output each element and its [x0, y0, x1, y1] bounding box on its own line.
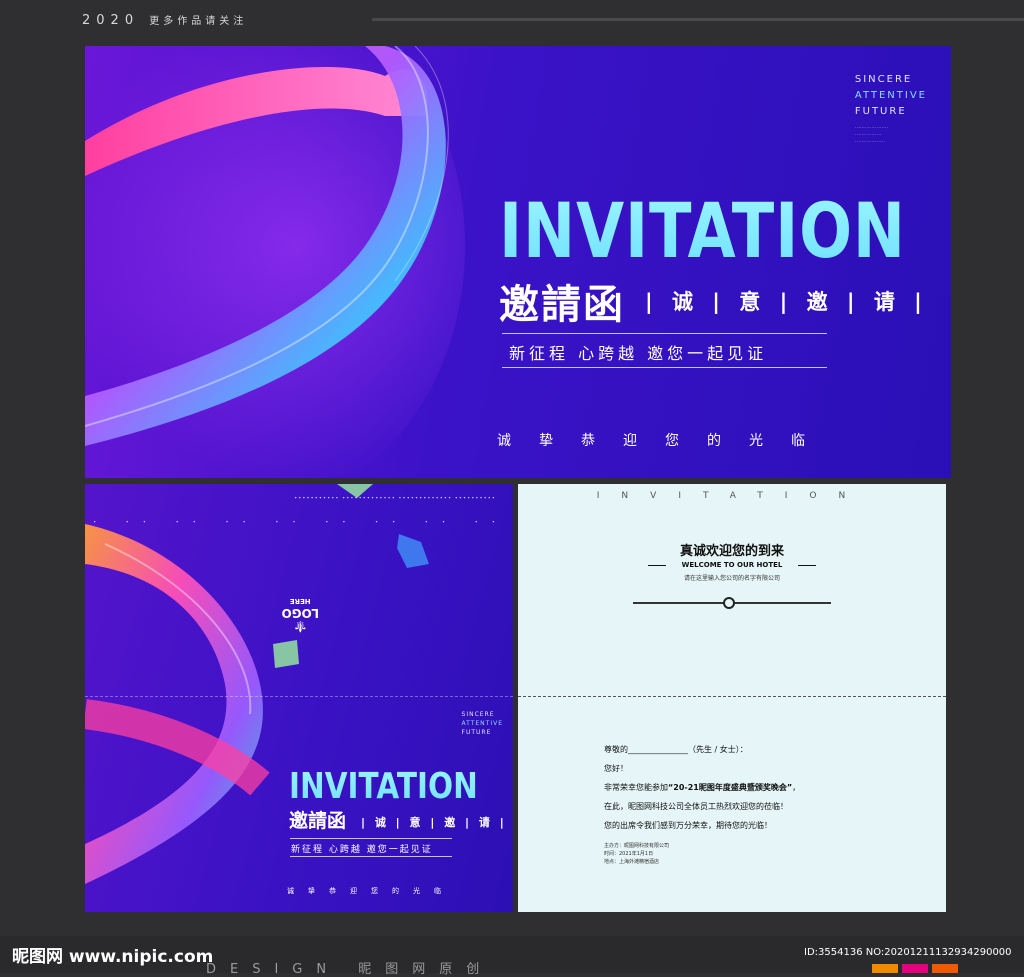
inside-fold-line [518, 696, 946, 697]
greeting-en: WELCOME TO OUR HOTEL [681, 561, 783, 569]
invitation-letter: 尊敬的_______________（先生 / 女士）： 您好！ 非常荣幸您能参… [604, 740, 800, 835]
color-swatch-red-orange [932, 964, 958, 973]
logo-text: LOGO [281, 606, 319, 620]
subtitle-cn: | 诚 | 意 | 邀 | 请 | [645, 290, 928, 314]
letter-line-2: 在此，昵图网科技公司全体员工热烈欢迎您的莅临！ [604, 802, 788, 811]
brand-fine-print: ‥‥‥‥‥‥‥‥‥‥ ‥‥‥‥‥‥‥‥ ‥‥‥‥‥‥‥‥‥ [854, 124, 889, 144]
title-cn: 邀請函 [499, 282, 625, 328]
card-welcome-text: 诚挚恭迎您的光临 [287, 887, 455, 895]
card-slogan-rule-bottom [290, 856, 452, 857]
top-divider [372, 18, 1024, 21]
ornament-knob [723, 597, 735, 609]
card-title-invitation: INVITATION [289, 766, 478, 807]
card-back-upside-down: ∙∙∙∙∙∙∙∙∙∙ ∙∙∙∙∙∙∙∙∙∙∙∙∙ ∙∙∙∙∙∙∙∙∙∙∙∙∙ ∙… [85, 484, 513, 696]
card-brand-lines: SINCERE ATTENTIVE FUTURE [462, 710, 503, 737]
letter-footer: 主办方：昵图网科技有限公司 时间：2021年1月1日 地点：上海外滩精宿酒店 [604, 842, 669, 866]
site-footer: 昵图网 www.nipic.com DESIGN 昵图网原创 ID:355413… [0, 936, 1024, 977]
card-brand-attentive: ATTENTIVE [461, 720, 503, 727]
tiny-text-row: ∙∙ ∙∙ ∙∙ ∙∙ ∙∙ ∙∙ ∙∙ ∙∙ ∙∙ ∙∙ [85, 518, 495, 524]
footer-location: 地点：上海外滩精宿酒店 [604, 859, 660, 865]
slogan: 新征程 心跨越 邀您一起见证 [509, 344, 768, 363]
card-brand-future: FUTURE [461, 729, 492, 736]
letter-salutation: 尊敬的_______________（先生 / 女士）： [604, 745, 748, 754]
letter-line-1: 非常荣幸您能参加“20-21昵图年度盛典暨颁奖晚会”， [604, 778, 800, 797]
image-id: ID:3554136 NO:20201211132934290000 [804, 947, 1012, 958]
follow-text: 更多作品请关注 [149, 16, 248, 27]
letter-line-1-prefix: 非常荣幸您能参加 [604, 783, 668, 792]
card-slogan: 新征程 心跨越 邀您一起见证 [291, 845, 433, 855]
card-front-panel: ∙∙∙∙∙∙∙∙∙∙ ∙∙∙∙∙∙∙∙∙∙∙∙∙ ∙∙∙∙∙∙∙∙∙∙∙∙∙ ∙… [85, 484, 513, 912]
greeting-rule-right [798, 565, 816, 566]
site-watermark[interactable]: 昵图网 www.nipic.com [12, 942, 213, 967]
banner-panel: SINCERE ATTENTIVE FUTURE ‥‥‥‥‥‥‥‥‥‥ ‥‥‥‥‥… [85, 46, 951, 478]
brand-line-future: FUTURE [854, 106, 907, 117]
card-slogan-rule-top [290, 838, 452, 839]
color-swatch-orange [872, 964, 898, 973]
welcome-text: 诚挚恭迎您的光临 [497, 433, 833, 449]
brand-line-attentive: ATTENTIVE [854, 90, 927, 101]
slogan-rule-top [502, 333, 827, 334]
brand-line-sincere: SINCERE [854, 74, 913, 85]
card-brand-sincere: SINCERE [461, 711, 495, 718]
top-bar: 2020 更多作品请关注 [0, 0, 1024, 40]
color-swatch-magenta [902, 964, 928, 973]
design-caption: DESIGN 昵图网原创 [206, 962, 494, 977]
logo: ⚜ LOGO HERE [281, 595, 319, 636]
letter-line-1-suffix: ， [792, 783, 801, 792]
greeting-cn: 真诚欢迎您的到来 [679, 544, 784, 559]
card-inside-panel: INVITATION 真诚欢迎您的到来 WELCOME TO OUR HOTEL… [518, 484, 946, 912]
card-title-cn: 邀請函 [289, 810, 347, 832]
footer-date: 时间：2021年1月1日 [604, 851, 654, 857]
letter-line-3: 您的出席令我们感到万分荣幸，期待您的光临！ [604, 821, 772, 830]
card-subtitle-cn: | 诚 | 意 | 邀 | 请 | [361, 816, 507, 829]
top-caption: 2020 更多作品请关注 [82, 12, 247, 28]
letter-event-name: “20-21昵图年度盛典暨颁奖晚会” [668, 783, 793, 792]
slogan-rule-bottom [502, 367, 827, 368]
inside-header: INVITATION [596, 491, 868, 501]
brand-lines: SINCERE ATTENTIVE FUTURE ‥‥‥‥‥‥‥‥‥‥ ‥‥‥‥‥… [855, 72, 927, 145]
fold-line [85, 696, 513, 697]
company-note: 请在这里输入您公司的名字有限公司 [683, 575, 780, 582]
tiny-text-row: ∙∙∙∙∙∙∙∙∙∙ ∙∙∙∙∙∙∙∙∙∙∙∙∙ ∙∙∙∙∙∙∙∙∙∙∙∙∙ ∙… [293, 494, 495, 500]
year-label: 2020 [82, 13, 140, 28]
footer-host: 主办方：昵图网科技有限公司 [604, 843, 670, 849]
letter-hello: 您好！ [604, 764, 628, 773]
title-invitation: INVITATION [499, 186, 906, 275]
